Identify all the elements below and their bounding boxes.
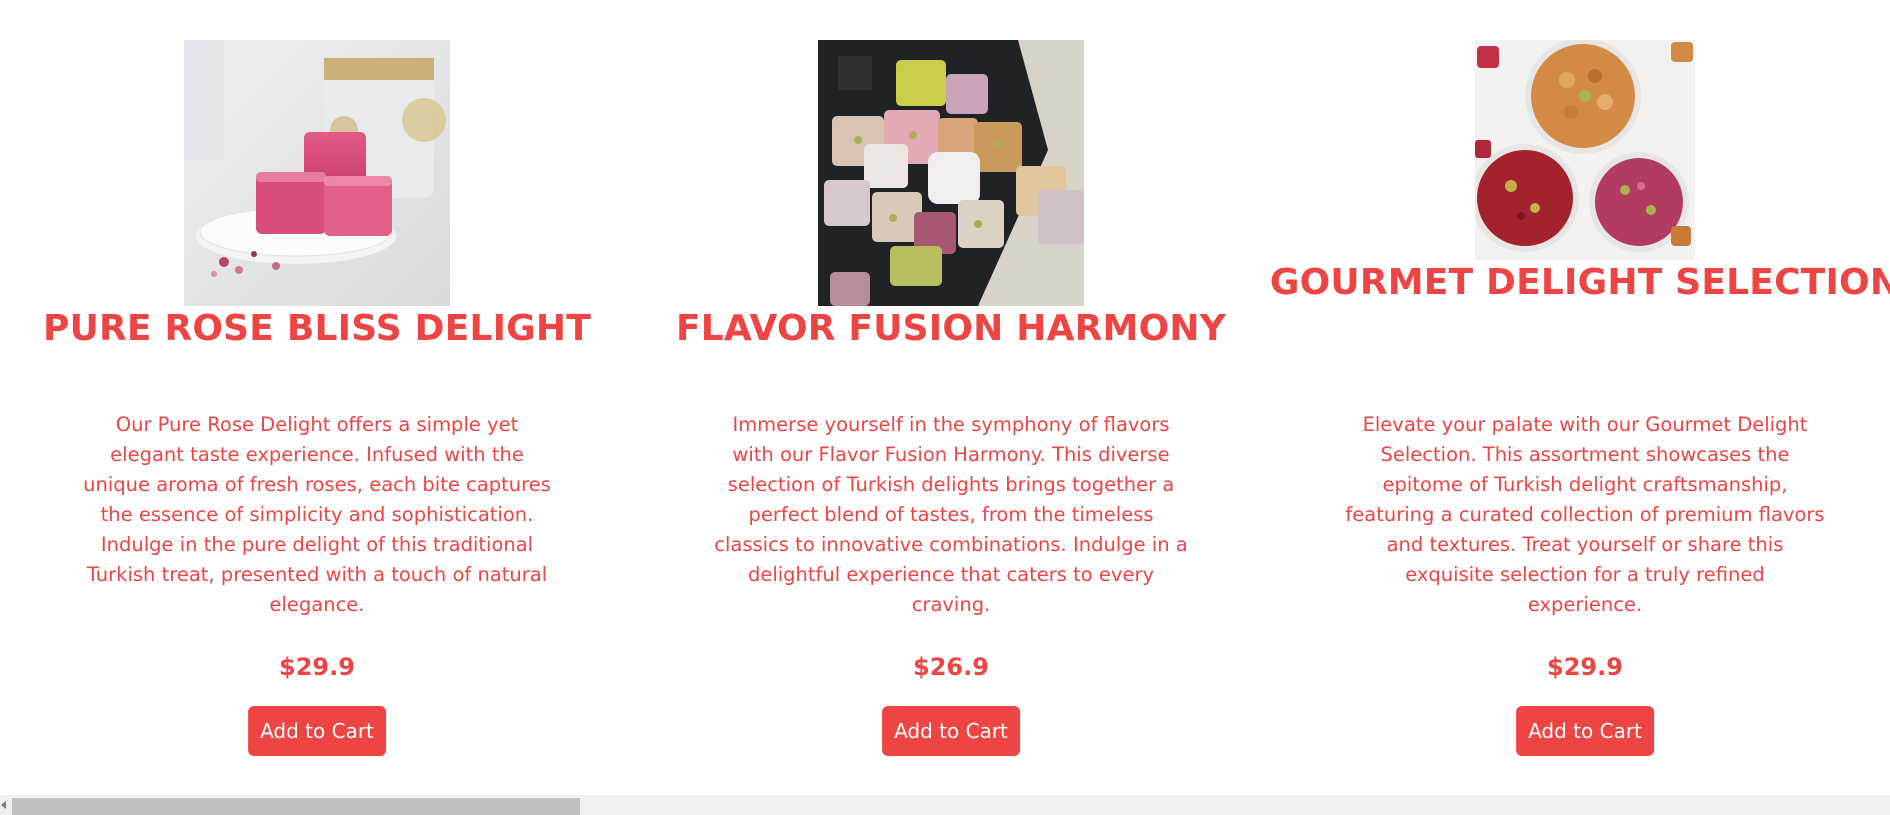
product-price: $29.9 xyxy=(279,653,355,681)
add-to-cart-button[interactable]: Add to Cart xyxy=(248,706,386,756)
product-card-pure-rose: PURE ROSE BLISS DELIGHT Our Pure Rose De… xyxy=(0,0,634,795)
product-title: PURE ROSE BLISS DELIGHT xyxy=(42,308,592,349)
product-title: GOURMET DELIGHT SELECTION xyxy=(1269,262,1890,303)
rose-lokum-photo xyxy=(184,40,450,306)
product-title: FLAVOR FUSION HARMONY xyxy=(676,308,1226,349)
gourmet-bowls-photo xyxy=(1475,40,1695,260)
product-price: $29.9 xyxy=(1547,653,1623,681)
horizontal-scrollbar[interactable] xyxy=(0,795,1890,815)
product-description: Our Pure Rose Delight offers a simple ye… xyxy=(83,413,551,616)
product-image-pure-rose xyxy=(184,40,450,306)
scrollbar-thumb[interactable] xyxy=(12,798,580,815)
product-description: Elevate your palate with our Gourmet Del… xyxy=(1345,413,1825,616)
add-to-cart-button[interactable]: Add to Cart xyxy=(882,706,1020,756)
page: PURE ROSE BLISS DELIGHT Our Pure Rose De… xyxy=(0,0,1890,815)
product-description: Immerse yourself in the symphony of flav… xyxy=(714,413,1188,616)
add-to-cart-button[interactable]: Add to Cart xyxy=(1516,706,1654,756)
product-image-gourmet-selection xyxy=(1475,40,1695,260)
assorted-lokum-photo xyxy=(818,40,1084,306)
scroll-left-arrow-icon[interactable] xyxy=(0,795,10,815)
product-grid: PURE ROSE BLISS DELIGHT Our Pure Rose De… xyxy=(0,0,1890,795)
product-card-flavor-fusion: FLAVOR FUSION HARMONY Immerse yourself i… xyxy=(634,0,1268,795)
product-price: $26.9 xyxy=(913,653,989,681)
product-card-gourmet-selection: GOURMET DELIGHT SELECTION Elevate your p… xyxy=(1268,0,1890,795)
product-image-flavor-fusion xyxy=(818,40,1084,306)
